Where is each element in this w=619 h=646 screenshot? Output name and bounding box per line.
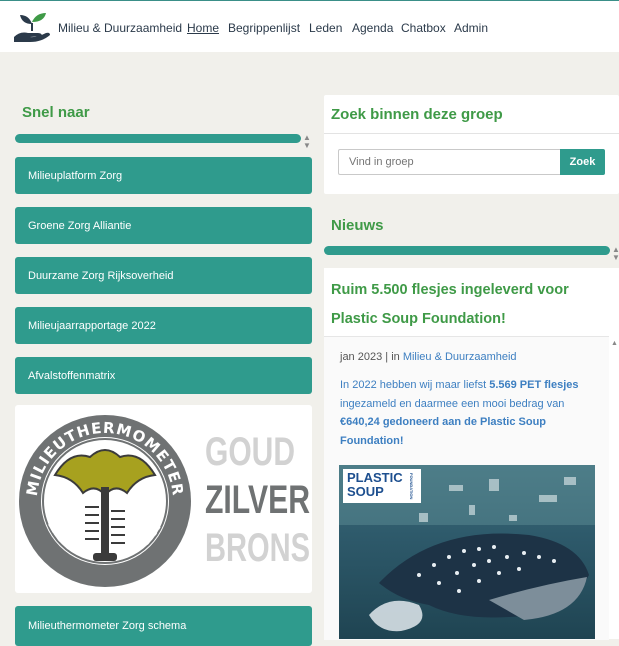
link-duurzame-zorg-rijksoverheid[interactable]: Duurzame Zorg Rijksoverheid [15, 257, 312, 294]
nav-admin[interactable]: Admin [454, 21, 488, 35]
sort-handle-icon[interactable]: ▲ ▼ [303, 134, 311, 150]
news-date: jan 2023 [340, 351, 383, 363]
plant-in-hand-logo-icon[interactable] [12, 11, 52, 43]
top-navigation-bar: Milieu & Duurzaamheid Home Begrippenlijs… [0, 0, 619, 52]
divider [324, 133, 619, 134]
scroll-up-icon[interactable]: ▲ [611, 340, 618, 347]
snel-naar-heading: Snel naar [22, 104, 90, 121]
body-bold: €640,24 gedoneerd aan de Plastic Soup Fo… [340, 416, 547, 447]
plastic-soup-logo: PLASTIC SOUP FOUNDATION [343, 469, 421, 503]
link-milieujaarrapportage-2022[interactable]: Milieujaarrapportage 2022 [15, 307, 312, 344]
news-category-link[interactable]: Milieu & Duurzaamheid [403, 351, 517, 363]
link-milieuplatform-zorg[interactable]: Milieuplatform Zorg [15, 157, 312, 194]
in-label: | in [382, 351, 403, 363]
news-title-link[interactable]: Ruim 5.500 flesjes ingeleverd voor Plast… [331, 276, 616, 334]
logo-text: SOUP [347, 484, 384, 499]
link-milieuthermometer-schema[interactable]: Milieuthermometer Zorg schema [15, 606, 312, 646]
body-bold: 5.569 PET flesjes [489, 379, 579, 391]
search-heading: Zoek binnen deze groep [331, 106, 503, 123]
nav-leden[interactable]: Leden [309, 21, 342, 35]
search-input[interactable] [338, 149, 560, 175]
news-heading: Nieuws [331, 217, 384, 234]
brand-link[interactable]: Milieu & Duurzaamheid [58, 21, 182, 35]
news-meta: jan 2023 | in Milieu & Duurzaamheid [340, 351, 517, 363]
body-text: In 2022 hebben wij maar liefst [340, 379, 490, 391]
link-groene-zorg-alliantie[interactable]: Groene Zorg Alliantie [15, 207, 312, 244]
whale-shark-plastic-image[interactable]: PLASTIC SOUP FOUNDATION [339, 465, 595, 639]
snel-naar-drag-bar[interactable] [15, 134, 301, 143]
milieuthermometer-image[interactable]: MILIEUTHERMOMETER ZORGSECTOR GOUD ZILVER… [15, 405, 312, 593]
search-button[interactable]: Zoek [560, 149, 605, 175]
news-body: In 2022 hebben wij maar liefst 5.569 PET… [340, 376, 602, 450]
body-text: ingezameld en daarmee een mooi bedrag va… [340, 397, 565, 410]
svg-text:GOUD: GOUD [205, 430, 295, 474]
nav-home[interactable]: Home [187, 21, 219, 35]
svg-text:BRONS: BRONS [205, 526, 310, 570]
link-afvalstoffenmatrix[interactable]: Afvalstoffenmatrix [15, 357, 312, 394]
milieuthermometer-logo-icon: MILIEUTHERMOMETER ZORGSECTOR GOUD ZILVER… [19, 415, 310, 587]
nav-begrippenlijst[interactable]: Begrippenlijst [228, 21, 300, 35]
svg-text:ZILVER: ZILVER [205, 478, 310, 522]
news-drag-bar[interactable] [324, 246, 610, 255]
nav-chatbox[interactable]: Chatbox [401, 21, 446, 35]
nav-agenda[interactable]: Agenda [352, 21, 393, 35]
search-card: Zoek binnen deze groep Zoek [324, 95, 619, 194]
sort-handle-icon[interactable]: ▲ ▼ [612, 246, 619, 262]
logo-small-text: FOUNDATION [409, 473, 414, 500]
